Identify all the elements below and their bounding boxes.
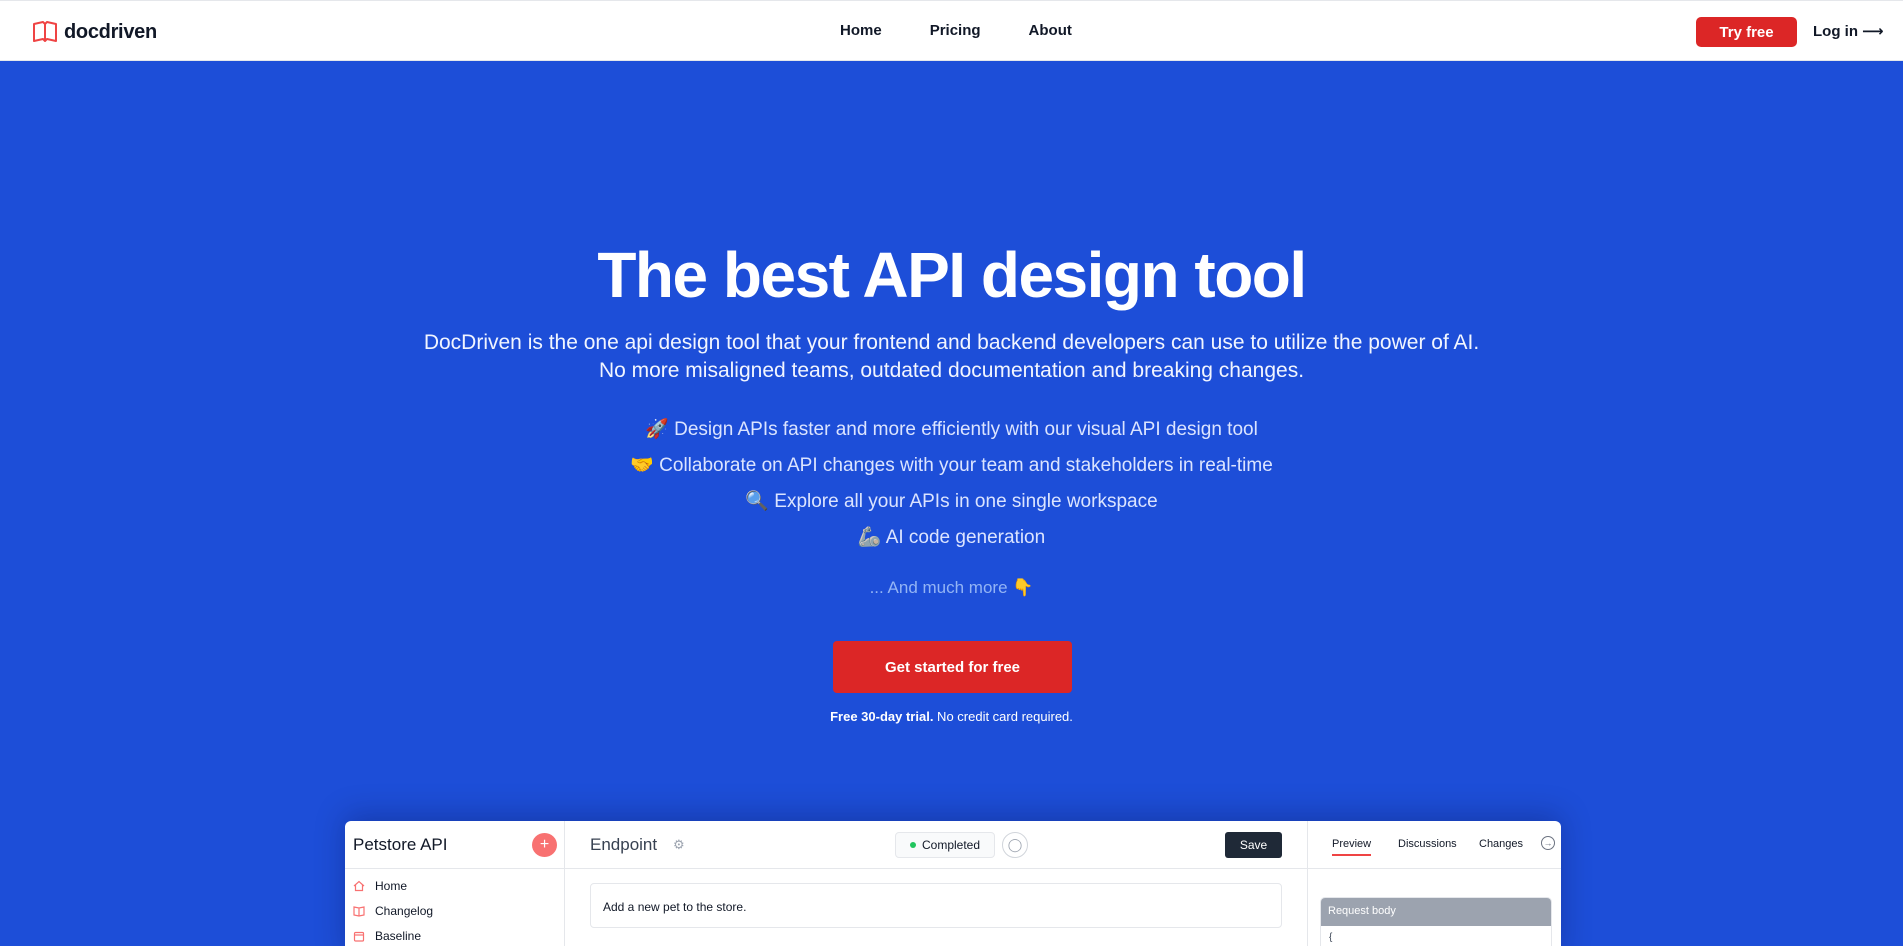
feature-item: 🤝 Collaborate on API changes with your t… [0,454,1903,490]
handshake-icon: 🤝 [630,455,654,476]
tab-preview[interactable]: Preview [1332,838,1372,856]
arrow-circle-icon[interactable]: → [1541,836,1555,850]
nav-link-home[interactable]: Home [840,22,882,39]
sidebar-item-label: Home [375,879,408,893]
get-started-button[interactable]: Get started for free [833,641,1072,693]
magnifier-icon: 🔍 [745,491,769,512]
brand-logo[interactable]: docdriven [32,20,157,44]
app-sidebar: Petstore API + Home Changelog Baseline [345,821,565,946]
nav-links: Home Pricing About [840,22,1120,39]
login-label: Log in [1813,22,1858,40]
tab-discussions[interactable]: Discussions [1398,838,1457,850]
right-panel-tabs: Preview Discussions Changes → [1308,821,1561,869]
trial-note: Free 30-day trial. No credit card requir… [0,709,1903,724]
request-body-code: { [1329,932,1333,943]
endpoint-description[interactable]: Add a new pet to the store. [590,883,1282,928]
hero-title: The best API design tool [597,239,1307,311]
robot-arm-icon: 🦾 [857,527,882,548]
calendar-icon [353,931,365,942]
app-preview-window: Petstore API + Home Changelog Baseline E… [345,821,1561,946]
hero-subtitle-line-2: No more misaligned teams, outdated docum… [598,359,1305,382]
arrow-right-icon: ⟶ [1862,23,1884,40]
app-main-panel: Endpoint ⚙ Completed ◯ Save Add a new pe… [565,821,1307,946]
add-button[interactable]: + [532,833,557,857]
sidebar-item-changelog[interactable]: Changelog [353,904,433,918]
home-icon [353,880,365,892]
trial-note-bold: Free 30-day trial. [830,709,934,724]
rocket-icon: 🚀 [645,419,669,440]
app-right-panel: Preview Discussions Changes → Request bo… [1307,821,1561,946]
hero-subtitle: DocDriven is the one api design tool tha… [0,329,1903,385]
feature-text: Collaborate on API changes with your tea… [659,455,1273,476]
hero-subtitle-line-1: DocDriven is the one api design tool tha… [423,331,1480,354]
endpoint-header: Endpoint ⚙ Completed ◯ Save [565,821,1307,869]
gear-icon[interactable]: ⚙ [673,837,685,853]
project-title: Petstore API [353,835,448,854]
feature-item: 🔍 Explore all your APIs in one single wo… [0,490,1903,526]
feature-item: 🚀 Design APIs faster and more efficientl… [0,418,1903,454]
nav-link-pricing[interactable]: Pricing [930,22,981,39]
feature-text: Design APIs faster and more efficiently … [674,419,1258,440]
user-avatar-icon[interactable]: ◯ [1002,832,1028,858]
book-icon [33,21,57,42]
and-much-more-text: ... And much more 👇 [869,578,1034,597]
brand-name: docdriven [64,20,157,43]
book-icon [353,906,365,917]
endpoint-title: Endpoint [590,835,658,854]
login-link[interactable]: Log in ⟶ [1813,22,1884,41]
sidebar-item-baseline[interactable]: Baseline [353,929,421,943]
request-body-panel: Request body { [1320,897,1552,946]
status-dot [909,842,916,848]
feature-list: 🚀 Design APIs faster and more efficientl… [0,418,1903,562]
request-body-header: Request body [1321,898,1551,926]
status-selector[interactable]: Completed [895,832,995,858]
sidebar-item-label: Changelog [375,904,434,918]
nav-link-about[interactable]: About [1029,22,1072,39]
tab-changes[interactable]: Changes [1479,838,1523,850]
top-navbar: docdriven Home Pricing About Try free Lo… [0,0,1903,61]
status-label: Completed [921,838,981,852]
app-sidebar-header: Petstore API + [345,821,564,869]
sidebar-item-label: Baseline [375,929,422,943]
sidebar-item-home[interactable]: Home [353,879,407,893]
feature-item: 🦾 AI code generation [0,526,1903,562]
trial-note-rest: No credit card required. [933,709,1073,724]
try-free-button[interactable]: Try free [1696,17,1797,47]
feature-text: Explore all your APIs in one single work… [774,491,1158,512]
save-button[interactable]: Save [1225,832,1282,858]
feature-text: AI code generation [885,527,1046,548]
